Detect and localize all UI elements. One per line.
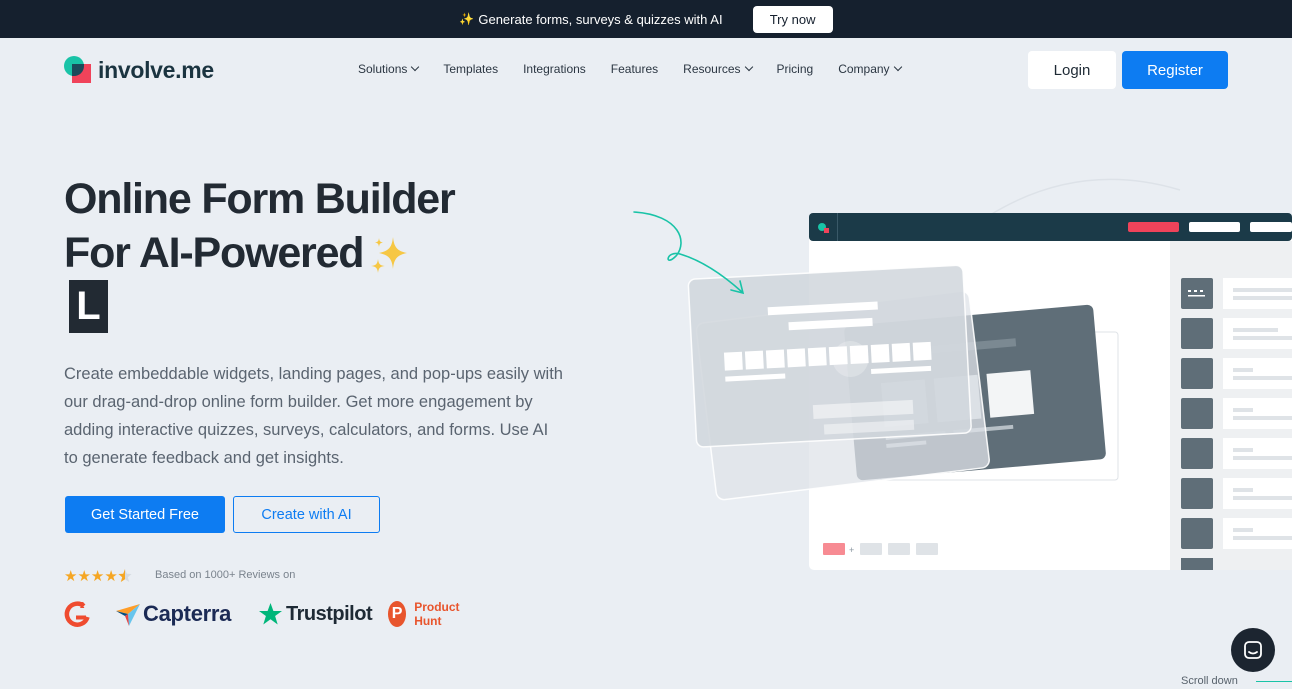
logo-text: involve.me [98,56,214,83]
product-hunt-label: Product Hunt [414,600,460,628]
star-icon: ★ [77,568,91,585]
star-icon: ★ [64,568,78,585]
nav-item-solutions[interactable]: Solutions [358,62,420,76]
nav-item-label: Features [610,62,659,76]
capterra-icon [116,604,140,626]
editor-illustration: + [633,178,1292,570]
hero-title-line-2: For AI-Powered [64,226,455,280]
try-now-button[interactable]: Try now [752,5,833,33]
trustpilot-star-icon [259,603,282,625]
nav-menu: Solutions Templates Integrations Feature… [358,62,926,76]
register-button[interactable]: Register [1122,51,1228,89]
chevron-down-icon [744,62,753,72]
nav-item-label: Integrations [523,62,586,76]
half-star-icon [118,569,132,582]
hero-title-line-1: Online Form Builder [64,175,456,223]
sparkles-icon [371,236,408,273]
hero-title-text: For AI-Powered [64,229,365,277]
nav-item-company[interactable]: Company [838,62,902,76]
trustpilot-label: Trustpilot [286,602,373,625]
announcement-bar: ✨ Generate forms, surveys & quizzes with… [0,0,1292,38]
chat-icon [1244,641,1262,659]
capterra-logo[interactable]: Capterra [116,598,231,630]
product-hunt-icon: P [388,601,407,627]
scroll-down-line [1256,681,1292,682]
logo-mark-icon [64,56,94,84]
g2-icon: 2 [64,601,90,627]
star-icon: ★ [90,568,105,585]
g2-logo[interactable]: 2 [64,598,90,630]
typing-cursor-letter: L [69,280,108,333]
nav-item-label: Pricing [776,62,814,76]
logo[interactable]: involve.me [64,56,214,84]
svg-text:+: + [849,545,854,555]
background-arc [989,178,1181,216]
hero-description: Create embeddable widgets, landing pages… [64,365,563,467]
svg-text:2: 2 [80,601,85,610]
capterra-label: Capterra [143,601,232,626]
main-nav: involve.me Solutions Templates Integrati… [0,50,1292,90]
announcement-text: Generate forms, surveys & quizzes with A… [478,11,723,27]
nav-item-resources[interactable]: Resources [683,62,753,76]
nav-item-label: Company [838,62,890,76]
login-button[interactable]: Login [1028,51,1116,89]
nav-item-integrations[interactable]: Integrations [523,62,586,76]
trustpilot-logo[interactable]: Trustpilot [258,598,373,630]
create-with-ai-button[interactable]: Create with AI [233,496,380,533]
nav-item-label: Solutions [358,62,408,76]
scroll-down-hint[interactable]: Scroll down [1181,675,1238,687]
chevron-down-icon [411,62,420,72]
hero-title: Online Form Builder For AI-Powered [64,172,456,280]
sparkle-icon: ✨ [459,12,475,26]
star-icon: ★ [104,568,118,585]
get-started-free-button[interactable]: Get Started Free [65,496,225,533]
nav-item-templates[interactable]: Templates [443,62,498,76]
nav-item-pricing[interactable]: Pricing [777,62,814,76]
nav-item-features[interactable]: Features [611,62,658,76]
chevron-down-icon [893,62,902,72]
nav-item-label: Resources [683,62,741,76]
nav-item-label: Templates [443,62,499,76]
front-glass-card [687,264,972,448]
reviews-text: Based on 1000+ Reviews on [155,569,296,581]
product-hunt-logo[interactable]: P Product Hunt [388,598,467,630]
chat-widget-button[interactable] [1231,628,1275,672]
rating-stars: ★ ★ ★ ★ [64,567,132,585]
